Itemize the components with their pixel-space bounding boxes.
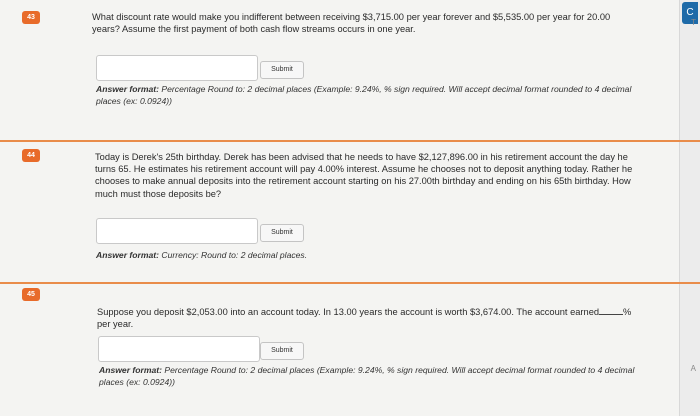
- right-scroll-strip: C T A: [679, 0, 700, 416]
- question-number-badge: 44: [22, 149, 40, 162]
- answer-format-label: Answer format:: [96, 250, 160, 260]
- answer-format-text: Currency: Round to: 2 decimal places.: [161, 250, 308, 260]
- question-text: Today is Derek's 25th birthday. Derek ha…: [95, 152, 633, 199]
- answer-format-text: Percentage Round to: 2 decimal places (E…: [96, 84, 632, 106]
- answer-format-label: Answer format:: [96, 84, 160, 94]
- question-number-badge: 43: [22, 11, 40, 24]
- strip-letter-bottom: A: [690, 364, 696, 373]
- question-44: 44 Today is Derek's 25th birthday. Derek…: [0, 142, 680, 282]
- answer-format-text: Percentage Round to: 2 decimal places (E…: [99, 365, 635, 387]
- answer-format-label: Answer format:: [99, 365, 163, 375]
- submit-button[interactable]: Submit: [260, 342, 304, 360]
- answer-format: Answer format: Percentage Round to: 2 de…: [96, 84, 636, 107]
- submit-button[interactable]: Submit: [260, 61, 304, 79]
- question-text-before: Suppose you deposit $2,053.00 into an ac…: [97, 307, 600, 317]
- question-45: 45 Suppose you deposit $2,053.00 into an…: [0, 284, 680, 416]
- answer-input[interactable]: [96, 218, 258, 244]
- question-43: 43 What discount rate would make you ind…: [0, 0, 680, 138]
- question-text: What discount rate would make you indiff…: [92, 12, 611, 35]
- answer-blank: [599, 306, 624, 315]
- answer-input[interactable]: [96, 55, 258, 81]
- strip-letter-top: T: [691, 18, 696, 27]
- answer-format: Answer format: Currency: Round to: 2 dec…: [96, 250, 636, 262]
- answer-input[interactable]: [98, 336, 260, 362]
- question-number-badge: 45: [22, 288, 40, 301]
- answer-format: Answer format: Percentage Round to: 2 de…: [99, 365, 639, 388]
- question-text: Suppose you deposit $2,053.00 into an ac…: [97, 306, 637, 330]
- submit-button[interactable]: Submit: [260, 224, 304, 242]
